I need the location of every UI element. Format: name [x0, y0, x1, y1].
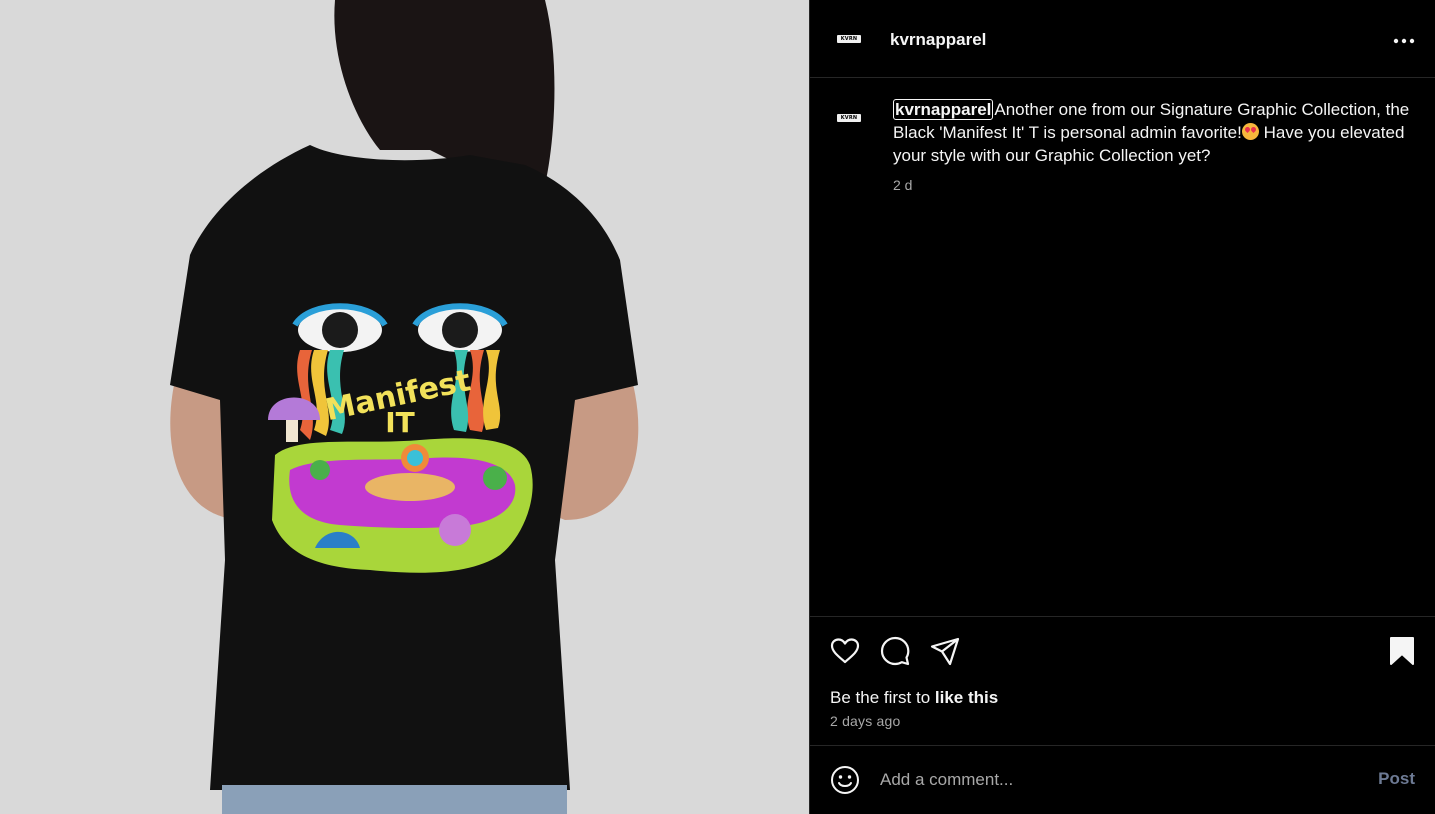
header-username[interactable]: kvrnapparel [890, 30, 986, 50]
like-button[interactable] [829, 635, 861, 667]
post-side-panel: KVRN kvrnapparel KVRN kvrnapparel Another… [810, 0, 1435, 814]
caption-username[interactable]: kvrnapparel [893, 99, 994, 120]
caption-avatar-logo: KVRN [837, 114, 861, 122]
bookmark-icon [1390, 637, 1414, 665]
more-options-button[interactable] [1391, 28, 1417, 54]
likes-summary: Be the first to like this [830, 688, 998, 708]
comment-button[interactable] [879, 635, 911, 667]
emoji-picker-button[interactable] [829, 764, 861, 796]
tshirt-photo: Manifest IT [0, 0, 809, 814]
caption-timestamp[interactable]: 2 d [893, 177, 912, 193]
star-struck-emoji-icon [1241, 123, 1259, 140]
share-button[interactable] [929, 635, 961, 667]
likes-prefix: Be the first to [830, 688, 935, 707]
like-this-link[interactable]: like this [935, 688, 998, 707]
comment-input[interactable] [880, 766, 1340, 794]
post-comment-button[interactable]: Post [1378, 769, 1415, 789]
heart-icon [830, 638, 860, 664]
paper-plane-icon [930, 637, 960, 666]
post-caption: kvrnapparel Another one from our Signatur… [893, 98, 1413, 167]
smiley-icon [831, 766, 859, 794]
action-bar: Be the first to like this 2 days ago [810, 616, 1435, 746]
post-header: KVRN kvrnapparel [810, 0, 1435, 78]
svg-text:IT: IT [385, 406, 415, 439]
post-date[interactable]: 2 days ago [830, 713, 901, 729]
avatar-logo: KVRN [837, 35, 861, 43]
save-button[interactable] [1386, 635, 1418, 667]
avatar[interactable]: KVRN [833, 23, 865, 55]
caption-avatar[interactable]: KVRN [833, 102, 865, 134]
more-horizontal-icon [1393, 38, 1415, 44]
comment-composer: Post [810, 746, 1435, 814]
comment-bubble-icon [880, 636, 910, 666]
post-image[interactable]: Manifest IT [0, 0, 810, 814]
